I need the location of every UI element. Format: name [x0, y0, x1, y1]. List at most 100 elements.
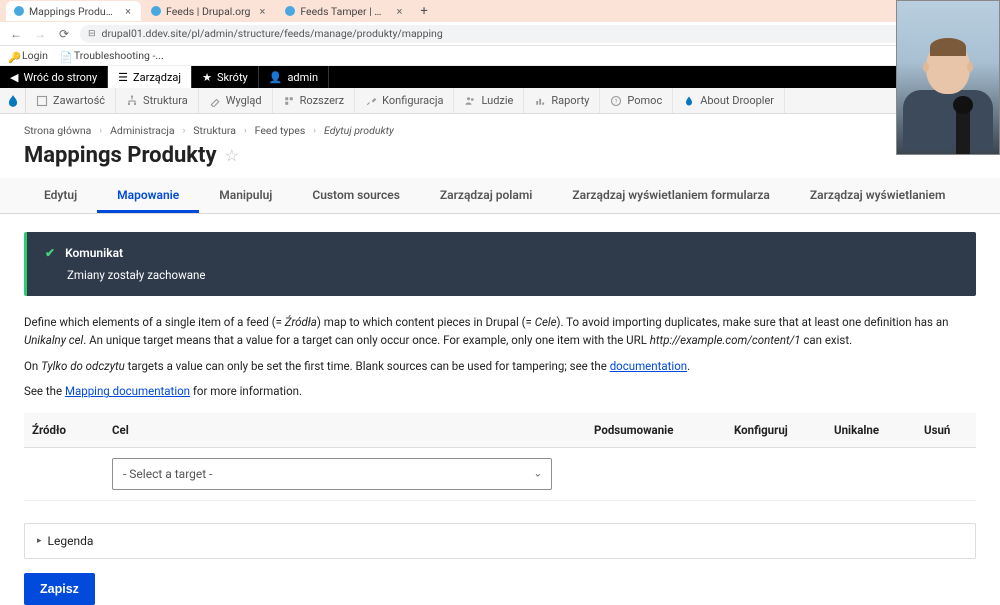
menu-about[interactable]: About Droopler — [673, 88, 785, 113]
tab-manage-fields[interactable]: Zarządzaj polami — [420, 178, 553, 213]
tab-title: Mappings Produkty | droopler — [29, 5, 116, 18]
shortcuts-label: Skróty — [217, 71, 248, 84]
admin-menu: Zawartość Struktura Wygląd Rozszerz Konf… — [0, 88, 1000, 114]
description-paragraph: See the Mapping documentation for more i… — [24, 383, 976, 401]
bookmark-icon: 📄 — [60, 51, 70, 61]
arrow-left-icon: ◀ — [10, 71, 18, 84]
menu-label: Konfiguracja — [382, 94, 443, 107]
primary-tabs: Edytuj Mapowanie Manipuluj Custom source… — [0, 178, 1000, 214]
manage-link[interactable]: ☰ Zarządzaj — [108, 66, 192, 88]
save-button[interactable]: Zapisz — [24, 573, 95, 605]
tab-favicon — [285, 6, 295, 16]
browser-tab[interactable]: Feeds | Drupal.org × — [143, 1, 275, 21]
people-icon — [464, 95, 476, 107]
menu-config[interactable]: Konfiguracja — [355, 88, 454, 113]
tab-close-icon[interactable]: × — [259, 5, 265, 18]
admin-toolbar: ◀ Wróć do strony ☰ Zarządzaj ★ Skróty 👤 … — [0, 66, 1000, 88]
tab-mapping[interactable]: Mapowanie — [97, 178, 199, 213]
menu-label: About Droopler — [700, 94, 774, 107]
breadcrumb-item: Edytuj produkty — [324, 124, 394, 137]
menu-appearance[interactable]: Wygląd — [199, 88, 273, 113]
bookmark-item[interactable]: 🔑 Login — [8, 49, 48, 62]
page-title: Mappings Produkty — [24, 143, 217, 168]
favorite-star-icon[interactable]: ☆ — [225, 146, 239, 165]
menu-content[interactable]: Zawartość — [26, 88, 116, 113]
tab-manage-display[interactable]: Zarządzaj wyświetlaniem — [790, 178, 966, 213]
tab-close-icon[interactable]: × — [125, 5, 131, 18]
description-paragraph: On Tylko do odczytu targets a value can … — [24, 358, 976, 376]
tab-favicon — [151, 6, 161, 16]
tab-close-icon[interactable]: × — [396, 5, 402, 18]
new-tab-button[interactable]: + — [414, 4, 433, 19]
tab-custom-sources[interactable]: Custom sources — [292, 178, 420, 213]
user-link[interactable]: 👤 admin — [259, 66, 329, 88]
presenter-webcam — [896, 0, 1000, 155]
url-input[interactable]: ⊟ drupal01.ddev.site/pl/admin/structure/… — [80, 25, 992, 43]
browser-tab-active[interactable]: Mappings Produkty | droopler × — [6, 1, 141, 21]
star-icon: ★ — [202, 71, 212, 84]
menu-reports[interactable]: Raporty — [524, 88, 600, 113]
structure-icon — [126, 95, 138, 107]
menu-extend[interactable]: Rozszerz — [273, 88, 356, 113]
reload-button[interactable]: ⟳ — [56, 26, 72, 42]
tab-title: Feeds | Drupal.org — [166, 5, 250, 18]
col-target: Cel — [104, 413, 586, 448]
bookmark-item[interactable]: 📄 Troubleshooting -... — [60, 49, 164, 62]
drupal-logo[interactable] — [0, 88, 26, 114]
breadcrumb: Strona główna› Administracja› Struktura›… — [24, 114, 976, 143]
col-unique: Unikalne — [826, 413, 916, 448]
breadcrumb-item[interactable]: Feed types — [255, 124, 306, 137]
caret-right-icon: ▸ — [37, 536, 42, 546]
status-body: Zmiany zostały zachowane — [67, 268, 958, 282]
appearance-icon — [209, 95, 221, 107]
bookmark-icon: 🔑 — [8, 51, 18, 61]
bookmark-label: Troubleshooting -... — [74, 49, 164, 62]
breadcrumb-item[interactable]: Administracja — [110, 124, 175, 137]
tab-tamper[interactable]: Manipuluj — [199, 178, 292, 213]
url-text: drupal01.ddev.site/pl/admin/structure/fe… — [102, 27, 443, 40]
svg-text:?: ? — [615, 98, 618, 105]
menu-label: Struktura — [143, 94, 188, 107]
extend-icon — [283, 95, 295, 107]
forward-button[interactable]: → — [32, 26, 48, 42]
menu-help[interactable]: ? Pomoc — [600, 88, 673, 113]
status-heading: Komunikat — [65, 246, 123, 260]
menu-people[interactable]: Ludzie — [454, 88, 524, 113]
documentation-link[interactable]: documentation — [610, 359, 687, 373]
back-to-site-link[interactable]: ◀ Wróć do strony — [0, 66, 108, 88]
target-select[interactable]: - Select a target - ⌄ — [112, 458, 552, 490]
breadcrumb-item[interactable]: Strona główna — [24, 124, 91, 137]
col-source: Źródło — [24, 413, 104, 448]
col-summary: Podsumowanie — [586, 413, 726, 448]
menu-label: Raporty — [551, 94, 589, 107]
help-icon: ? — [610, 95, 622, 107]
status-message: ✔ Komunikat Zmiany zostały zachowane — [24, 232, 976, 296]
tab-edit[interactable]: Edytuj — [24, 178, 97, 213]
bookmark-label: Login — [22, 49, 48, 62]
table-row: - Select a target - ⌄ — [24, 448, 976, 501]
bookmark-bar: 🔑 Login 📄 Troubleshooting -... — [0, 46, 1000, 66]
page-title-row: Mappings Produkty ☆ — [24, 143, 976, 178]
back-button[interactable]: ← — [8, 26, 24, 42]
tab-manage-form-display[interactable]: Zarządzaj wyświetlaniem formularza — [552, 178, 789, 213]
browser-tab[interactable]: Feeds Tamper | Drupal.org × — [277, 1, 412, 21]
menu-label: Ludzie — [481, 94, 513, 107]
select-placeholder: - Select a target - — [123, 467, 212, 481]
tab-favicon — [14, 6, 24, 16]
manage-label: Zarządzaj — [133, 71, 181, 84]
menu-label: Pomoc — [627, 94, 662, 107]
tab-title: Feeds Tamper | Drupal.org — [300, 5, 387, 18]
mapping-documentation-link[interactable]: Mapping documentation — [65, 384, 190, 398]
shortcuts-link[interactable]: ★ Skróty — [192, 66, 259, 88]
reports-icon — [534, 95, 546, 107]
legend-details[interactable]: ▸ Legenda — [24, 523, 976, 559]
menu-label: Wygląd — [226, 94, 262, 107]
user-icon: 👤 — [269, 71, 283, 84]
breadcrumb-item[interactable]: Struktura — [193, 124, 236, 137]
menu-structure[interactable]: Struktura — [116, 88, 199, 113]
main-content: Strona główna› Administracja› Struktura›… — [0, 114, 1000, 605]
menu-icon: ☰ — [118, 71, 128, 84]
config-icon — [365, 95, 377, 107]
description-paragraph: Define which elements of a single item o… — [24, 314, 976, 350]
site-info-icon[interactable]: ⊟ — [88, 29, 96, 39]
